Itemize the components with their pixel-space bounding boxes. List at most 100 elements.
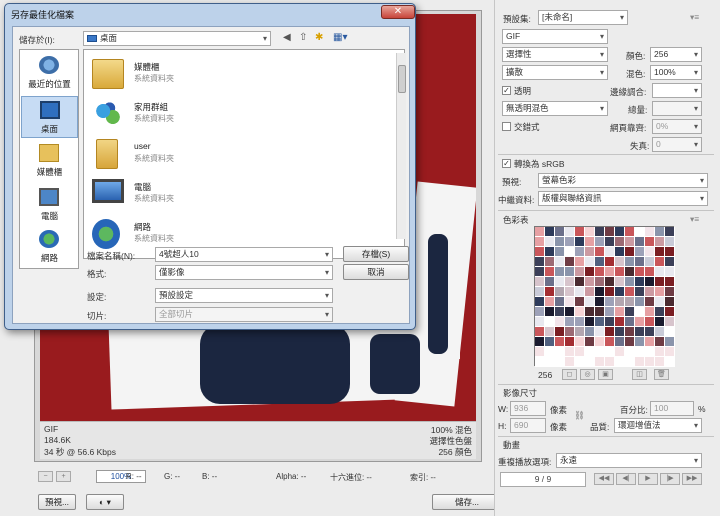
- percent-field[interactable]: 100: [650, 401, 694, 416]
- color-swatch[interactable]: [645, 247, 655, 257]
- color-swatch[interactable]: [565, 337, 575, 347]
- save-in-select[interactable]: 桌面: [83, 31, 271, 46]
- view-menu-icon[interactable]: ▦▾: [333, 32, 347, 43]
- color-swatch[interactable]: [585, 337, 595, 347]
- color-swatch[interactable]: [555, 247, 565, 257]
- first-frame-icon[interactable]: ◀◀: [594, 473, 614, 485]
- new-color-icon[interactable]: ◫: [632, 369, 647, 380]
- color-swatch[interactable]: [635, 287, 645, 297]
- color-swatch[interactable]: [655, 247, 665, 257]
- color-swatch[interactable]: [555, 227, 565, 237]
- color-swatch[interactable]: [605, 347, 615, 357]
- browser-preview-button[interactable]: ◐ ▾: [86, 494, 124, 510]
- color-swatch[interactable]: [565, 267, 575, 277]
- color-swatch[interactable]: [605, 337, 615, 347]
- color-swatch[interactable]: [665, 257, 675, 267]
- up-folder-icon[interactable]: ⇧: [299, 32, 307, 43]
- place-network[interactable]: 網路: [21, 226, 78, 268]
- color-swatch[interactable]: [655, 317, 665, 327]
- delete-color-icon[interactable]: 🗑: [654, 369, 669, 380]
- color-swatch[interactable]: [645, 327, 655, 337]
- color-swatch[interactable]: [655, 257, 665, 267]
- color-swatch[interactable]: [665, 267, 675, 277]
- color-table-menu-icon[interactable]: ▾≡: [690, 214, 699, 225]
- color-swatch[interactable]: [635, 277, 645, 287]
- color-swatch[interactable]: [535, 307, 545, 317]
- color-swatch[interactable]: [535, 257, 545, 267]
- matte-select[interactable]: [652, 83, 702, 98]
- color-swatch[interactable]: [625, 347, 635, 357]
- color-swatch[interactable]: [615, 287, 625, 297]
- color-swatch[interactable]: [625, 237, 635, 247]
- color-swatch[interactable]: [605, 317, 615, 327]
- color-swatch[interactable]: [575, 357, 585, 367]
- color-swatch[interactable]: [635, 257, 645, 267]
- color-swatch[interactable]: [665, 287, 675, 297]
- color-swatch[interactable]: [615, 307, 625, 317]
- color-swatch[interactable]: [545, 297, 555, 307]
- color-swatch[interactable]: [565, 287, 575, 297]
- quality-select[interactable]: 環迴增值法: [614, 418, 702, 433]
- color-swatch[interactable]: [665, 227, 675, 237]
- loop-select[interactable]: 永遠: [556, 453, 702, 468]
- color-swatch[interactable]: [625, 267, 635, 277]
- color-swatch[interactable]: [605, 287, 615, 297]
- dither-algorithm-select[interactable]: 擴散: [502, 65, 608, 80]
- place-libraries[interactable]: 媒體櫃: [21, 140, 78, 182]
- color-swatch[interactable]: [535, 357, 545, 367]
- color-swatch[interactable]: [565, 247, 575, 257]
- color-swatch[interactable]: [535, 227, 545, 237]
- color-swatch[interactable]: [605, 227, 615, 237]
- back-icon[interactable]: ◀: [283, 32, 291, 43]
- format-select[interactable]: 僅影像: [155, 265, 333, 280]
- color-swatch[interactable]: [565, 277, 575, 287]
- color-swatch[interactable]: [575, 237, 585, 247]
- color-swatch[interactable]: [565, 357, 575, 367]
- color-swatch[interactable]: [575, 307, 585, 317]
- list-item[interactable]: 家用群組 系統資料夾: [88, 96, 388, 134]
- color-swatch[interactable]: [605, 297, 615, 307]
- color-swatch[interactable]: [575, 257, 585, 267]
- color-swatch[interactable]: [625, 247, 635, 257]
- color-swatch[interactable]: [555, 347, 565, 357]
- color-swatch[interactable]: [655, 297, 665, 307]
- color-swatch[interactable]: [595, 347, 605, 357]
- color-swatch[interactable]: [595, 267, 605, 277]
- settings-select[interactable]: 預設設定: [155, 288, 333, 303]
- filename-input[interactable]: 4號超人10: [155, 247, 333, 262]
- slices-select[interactable]: 全部切片: [155, 307, 333, 322]
- color-swatch[interactable]: [655, 327, 665, 337]
- color-swatch[interactable]: [555, 257, 565, 267]
- color-swatch[interactable]: [575, 267, 585, 277]
- color-swatch[interactable]: [565, 257, 575, 267]
- color-swatch[interactable]: [665, 327, 675, 337]
- color-swatch[interactable]: [555, 337, 565, 347]
- format-select[interactable]: GIF: [502, 29, 608, 44]
- color-swatch[interactable]: [615, 267, 625, 277]
- map-to-transparent-icon[interactable]: ◻: [562, 369, 577, 380]
- next-frame-icon[interactable]: |▶: [660, 473, 680, 485]
- color-swatch[interactable]: [555, 317, 565, 327]
- color-swatch[interactable]: [565, 307, 575, 317]
- color-swatch[interactable]: [635, 297, 645, 307]
- web-snap-field[interactable]: 0%: [652, 119, 702, 134]
- color-swatch[interactable]: [595, 327, 605, 337]
- color-swatch[interactable]: [565, 227, 575, 237]
- preset-select[interactable]: [未命名]: [538, 10, 628, 25]
- interlaced-checkbox[interactable]: [502, 122, 511, 131]
- color-swatch[interactable]: [615, 277, 625, 287]
- prev-frame-icon[interactable]: ◀|: [616, 473, 636, 485]
- color-swatch[interactable]: [635, 337, 645, 347]
- color-swatch[interactable]: [625, 327, 635, 337]
- color-swatch[interactable]: [535, 327, 545, 337]
- color-swatch[interactable]: [655, 237, 665, 247]
- color-swatch[interactable]: [615, 337, 625, 347]
- color-swatch[interactable]: [535, 247, 545, 257]
- color-swatch[interactable]: [605, 307, 615, 317]
- color-swatch[interactable]: [585, 277, 595, 287]
- file-list-scrollbar[interactable]: [396, 53, 406, 239]
- color-swatch[interactable]: [545, 347, 555, 357]
- color-swatch[interactable]: [585, 247, 595, 257]
- color-swatch[interactable]: [625, 277, 635, 287]
- dither-amount[interactable]: 100%: [650, 65, 702, 80]
